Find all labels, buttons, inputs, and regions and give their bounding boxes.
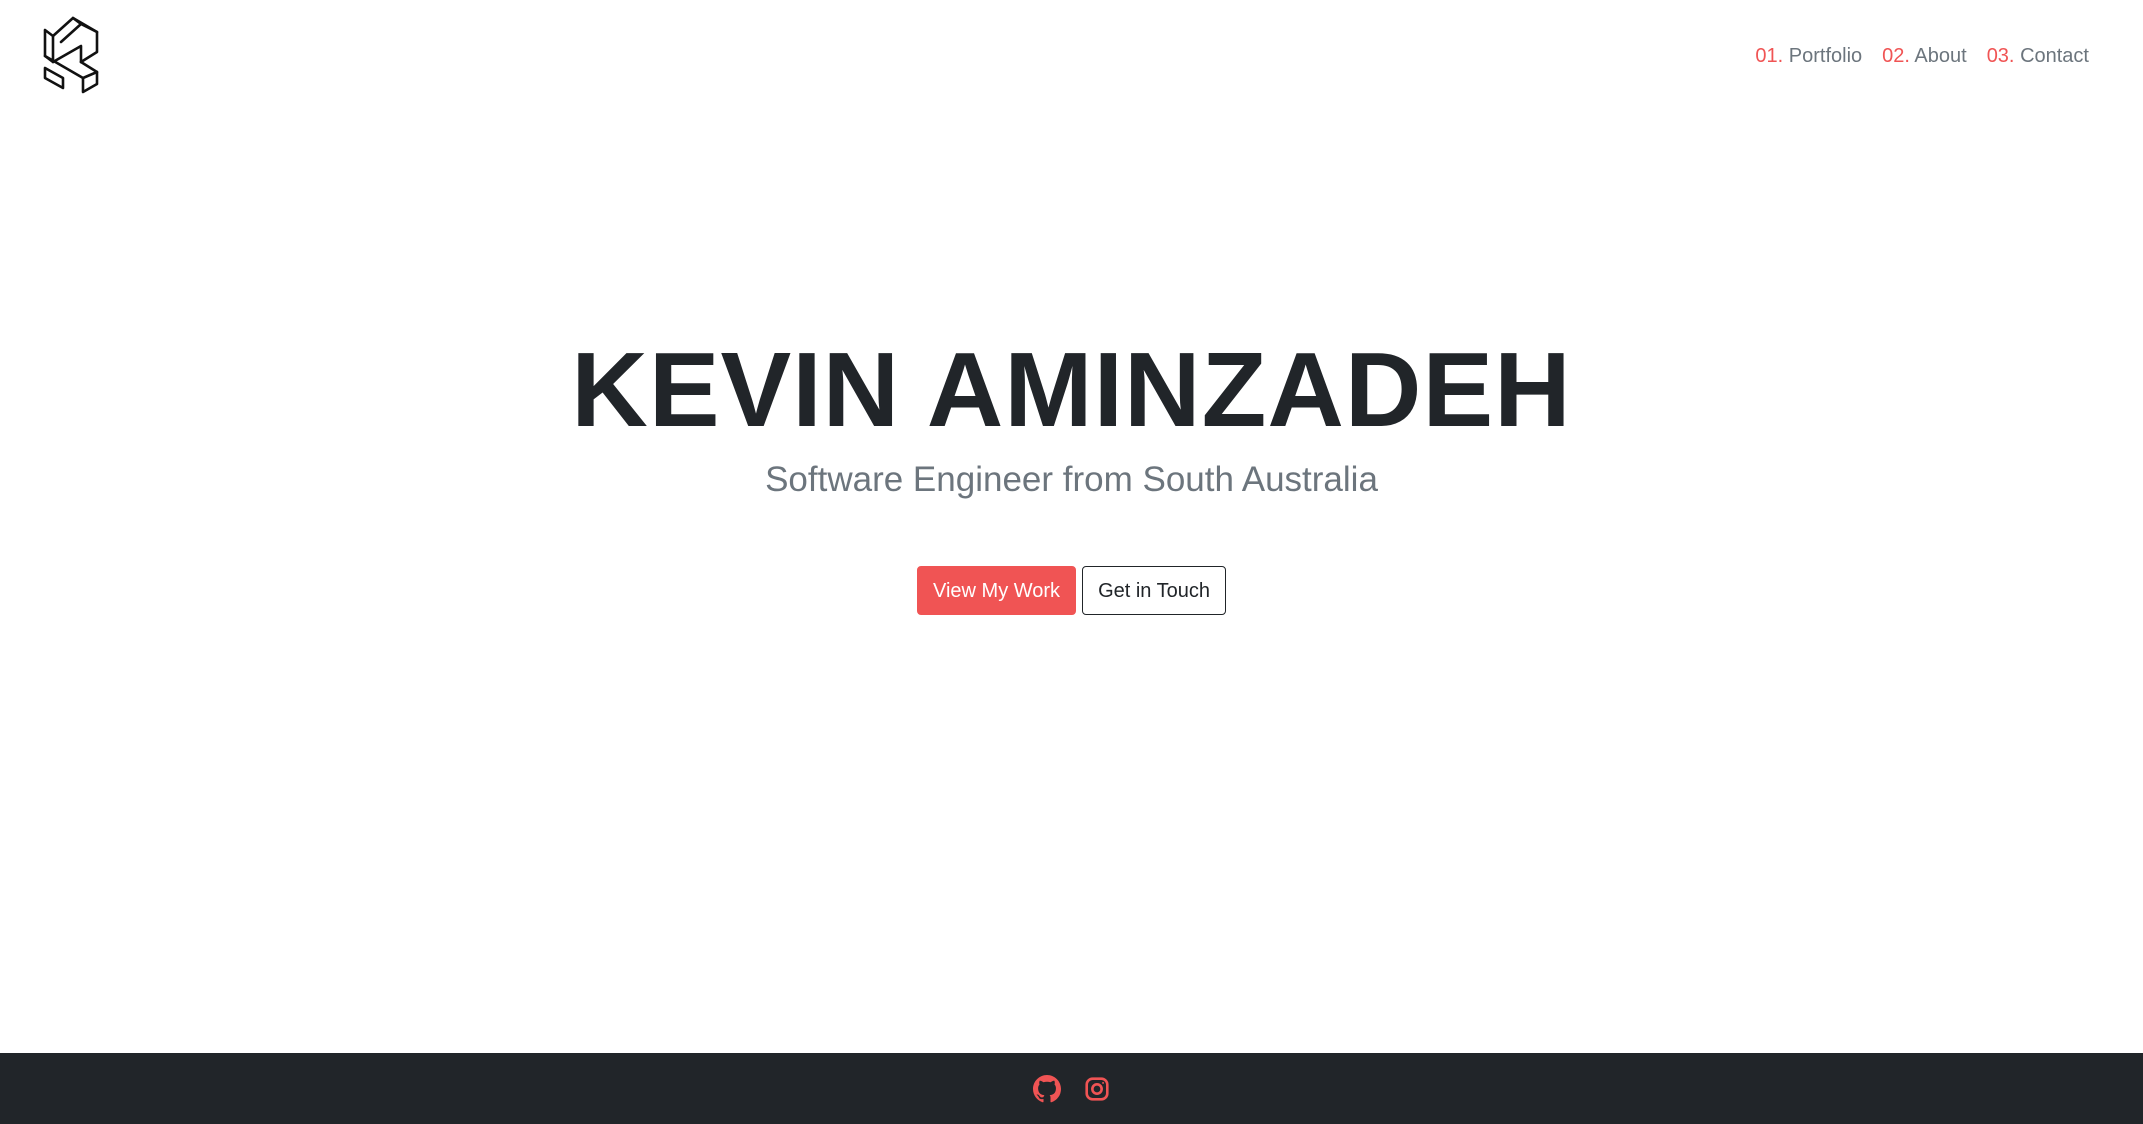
view-my-work-button[interactable]: View My Work bbox=[917, 566, 1077, 615]
nav-item-portfolio[interactable]: 01. Portfolio bbox=[1755, 42, 1862, 70]
hero-section: KEVIN AMINZADEH Software Engineer from S… bbox=[0, 330, 2143, 615]
nav-number: 01. bbox=[1755, 45, 1784, 67]
nav-label: Contact bbox=[2020, 45, 2089, 67]
nav-label: Portfolio bbox=[1788, 45, 1863, 67]
nav-label: About bbox=[1914, 45, 1967, 67]
hero-subtitle: Software Engineer from South Australia bbox=[765, 460, 1378, 499]
page: 01. Portfolio 02. About 03. Contact KEVI… bbox=[0, 0, 2143, 1124]
k-monogram-logo-icon[interactable] bbox=[43, 16, 99, 94]
nav-item-about[interactable]: 02. About bbox=[1882, 42, 1967, 70]
hero-title: KEVIN AMINZADEH bbox=[571, 331, 1572, 449]
nav-item-contact[interactable]: 03. Contact bbox=[1987, 42, 2089, 70]
github-icon[interactable] bbox=[1032, 1074, 1062, 1104]
footer bbox=[0, 1053, 2143, 1124]
get-in-touch-button[interactable]: Get in Touch bbox=[1082, 566, 1226, 615]
nav-number: 02. bbox=[1882, 45, 1910, 67]
main-nav: 01. Portfolio 02. About 03. Contact bbox=[1755, 42, 2089, 70]
nav-number: 03. bbox=[1986, 45, 2015, 67]
instagram-icon[interactable] bbox=[1082, 1074, 1112, 1104]
hero-buttons: View My Work Get in Touch bbox=[0, 566, 2143, 615]
